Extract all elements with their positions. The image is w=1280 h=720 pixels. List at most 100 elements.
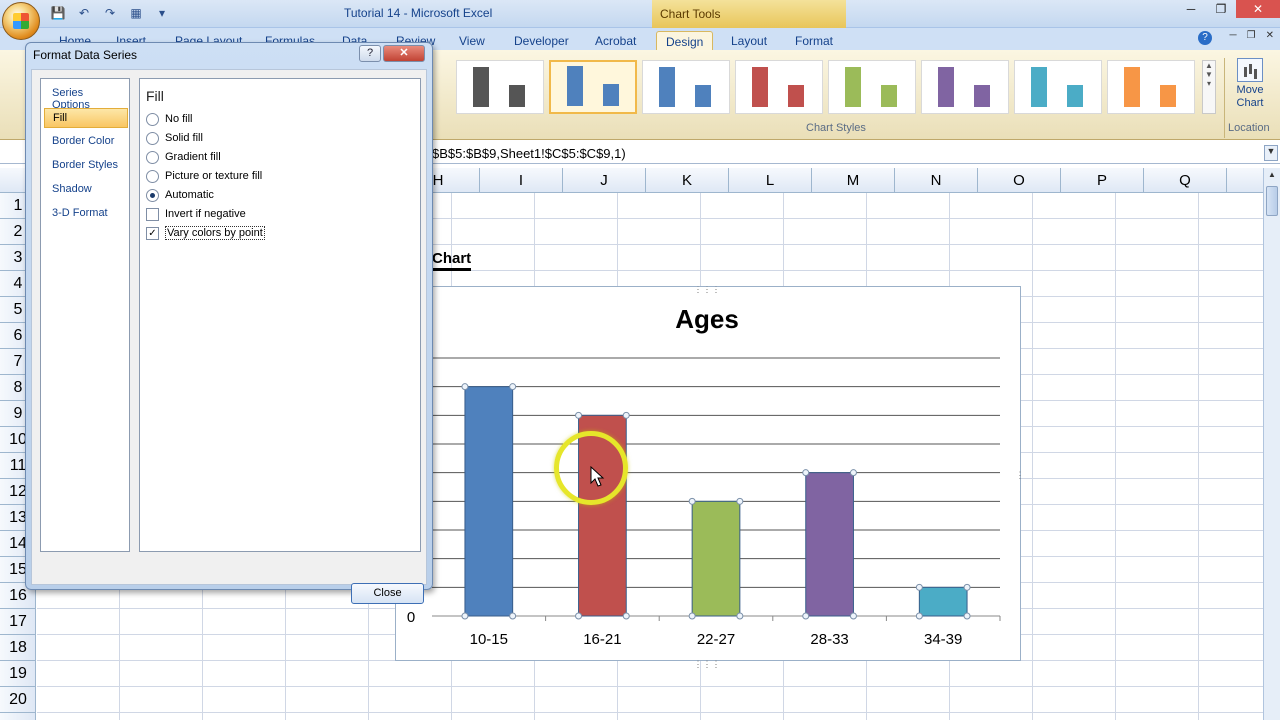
category-series-options[interactable]: Series Options	[44, 84, 128, 111]
close-button[interactable]: Close	[351, 583, 424, 604]
move-chart-button[interactable]: Move Chart	[1228, 56, 1272, 116]
column-header[interactable]: J	[563, 168, 646, 193]
invert-if-negative-checkbox[interactable]	[146, 207, 159, 221]
sheet-icon[interactable]: ▦	[126, 4, 146, 22]
column-header[interactable]: P	[1061, 168, 1144, 193]
chart-style-7[interactable]	[1014, 60, 1102, 114]
selection-handle[interactable]	[575, 612, 583, 620]
tab-design[interactable]: Design	[656, 31, 714, 50]
chart-style-2[interactable]	[549, 60, 637, 114]
selection-handle[interactable]	[736, 612, 744, 620]
row-header[interactable]: 19	[0, 661, 36, 687]
column-header[interactable]: I	[480, 168, 563, 193]
row-header[interactable]: 18	[0, 635, 36, 661]
chart-resize-handle-top[interactable]: ⋮⋮⋮	[694, 286, 721, 294]
gradient-fill-option[interactable]: Gradient fill	[146, 148, 221, 166]
selection-handle[interactable]	[849, 469, 857, 477]
tab-layout[interactable]: Layout	[722, 31, 776, 50]
bar-chart[interactable]: Ages 10-15 16-21 22-27 28-33 34-39 0 ⋮⋮⋮ ⋮ ⋮…	[395, 286, 1027, 671]
no-fill-option[interactable]: No fill	[146, 110, 193, 128]
close-window-icon[interactable]: ✕	[1236, 0, 1280, 18]
tab-format[interactable]: Format	[786, 31, 842, 50]
no-fill-radio[interactable]	[146, 112, 159, 126]
chart-style-8[interactable]	[1107, 60, 1195, 114]
selection-handle[interactable]	[963, 612, 971, 620]
solid-fill-radio[interactable]	[146, 131, 159, 145]
selection-handle[interactable]	[736, 497, 744, 505]
selection-handle[interactable]	[802, 469, 810, 477]
redo-icon[interactable]: ↷	[100, 4, 120, 22]
category-border-color[interactable]: Border Color	[44, 132, 128, 152]
row-header[interactable]: 17	[0, 609, 36, 635]
column-header[interactable]: Q	[1144, 168, 1227, 193]
office-button[interactable]	[2, 2, 40, 40]
customize-qat-icon[interactable]: ▾	[152, 4, 172, 22]
chart-style-6[interactable]	[921, 60, 1009, 114]
close-workbook-icon[interactable]: ✕	[1266, 30, 1274, 41]
column-header[interactable]: N	[895, 168, 978, 193]
picture-fill-radio[interactable]	[146, 169, 159, 183]
tab-developer[interactable]: Developer	[505, 31, 578, 50]
chart-resize-handle-bottom[interactable]: ⋮⋮⋮	[694, 659, 721, 669]
column-header[interactable]: L	[729, 168, 812, 193]
bar-10-15[interactable]	[464, 386, 514, 617]
column-header[interactable]: M	[812, 168, 895, 193]
category-3d-format[interactable]: 3-D Format	[44, 204, 128, 224]
chart-style-5[interactable]	[828, 60, 916, 114]
chart-style-3[interactable]	[642, 60, 730, 114]
scrollbar-thumb[interactable]	[1266, 186, 1278, 216]
dialog-help-button[interactable]: ?	[359, 45, 381, 62]
chart-style-4[interactable]	[735, 60, 823, 114]
selection-handle[interactable]	[802, 612, 810, 620]
selection-handle[interactable]	[461, 383, 469, 391]
bar-34-39[interactable]	[918, 586, 968, 617]
picture-fill-option[interactable]: Picture or texture fill	[146, 167, 262, 185]
category-border-styles[interactable]: Border Styles	[44, 156, 128, 176]
selection-handle[interactable]	[575, 411, 583, 419]
scroll-up-icon[interactable]: ▲	[1266, 170, 1278, 184]
selection-handle[interactable]	[688, 612, 696, 620]
selection-handle[interactable]	[915, 612, 923, 620]
gradient-fill-radio[interactable]	[146, 150, 159, 164]
minimize-icon[interactable]: ─	[1176, 0, 1206, 18]
selection-handle[interactable]	[509, 383, 517, 391]
selection-handle[interactable]	[622, 411, 630, 419]
selection-handle[interactable]	[963, 583, 971, 591]
selection-handle[interactable]	[915, 583, 923, 591]
formula-bar-expand-icon[interactable]: ▼	[1264, 145, 1278, 161]
dialog-close-x-button[interactable]: ✕	[383, 45, 425, 62]
selection-handle[interactable]	[622, 612, 630, 620]
category-shadow[interactable]: Shadow	[44, 180, 128, 200]
tab-view[interactable]: View	[450, 31, 494, 50]
column-header[interactable]: O	[978, 168, 1061, 193]
restore-workbook-icon[interactable]: ❐	[1247, 30, 1256, 41]
help-icon[interactable]: ?	[1198, 31, 1212, 45]
gallery-more-button[interactable]: ▲ ▼ ▾	[1202, 60, 1216, 114]
selection-handle[interactable]	[849, 612, 857, 620]
vertical-scrollbar[interactable]: ▲	[1263, 168, 1280, 720]
row-header[interactable]: 20	[0, 687, 36, 713]
automatic-fill-radio[interactable]	[146, 188, 159, 202]
invert-if-negative-option[interactable]: Invert if negative	[146, 205, 246, 223]
save-icon[interactable]: 💾	[48, 4, 68, 22]
selection-handle[interactable]	[461, 612, 469, 620]
bar-22-27[interactable]	[691, 500, 741, 617]
category-fill[interactable]: Fill	[44, 108, 128, 128]
selection-handle[interactable]	[509, 612, 517, 620]
move-chart-label-line1: Move	[1236, 84, 1264, 96]
minimize-workbook-icon[interactable]: ─	[1230, 30, 1237, 41]
column-header[interactable]: K	[646, 168, 729, 193]
bar-28-33[interactable]	[805, 472, 854, 617]
chart-style-1[interactable]	[456, 60, 544, 114]
chart-resize-handle-right[interactable]: ⋮	[1016, 470, 1025, 480]
formula-text[interactable]: $B$5:$B$9,Sheet1!$C$5:$C$9,1)	[432, 146, 626, 161]
chart-title[interactable]: Ages	[675, 304, 739, 334]
restore-icon[interactable]: ❐	[1206, 0, 1236, 18]
automatic-fill-option[interactable]: Automatic	[146, 186, 214, 204]
solid-fill-option[interactable]: Solid fill	[146, 129, 203, 147]
vary-colors-option[interactable]: ✓ Vary colors by point	[146, 224, 265, 242]
tab-acrobat[interactable]: Acrobat	[586, 31, 645, 50]
selection-handle[interactable]	[688, 497, 696, 505]
vary-colors-checkbox[interactable]: ✓	[146, 226, 159, 240]
undo-icon[interactable]: ↶	[74, 4, 94, 22]
